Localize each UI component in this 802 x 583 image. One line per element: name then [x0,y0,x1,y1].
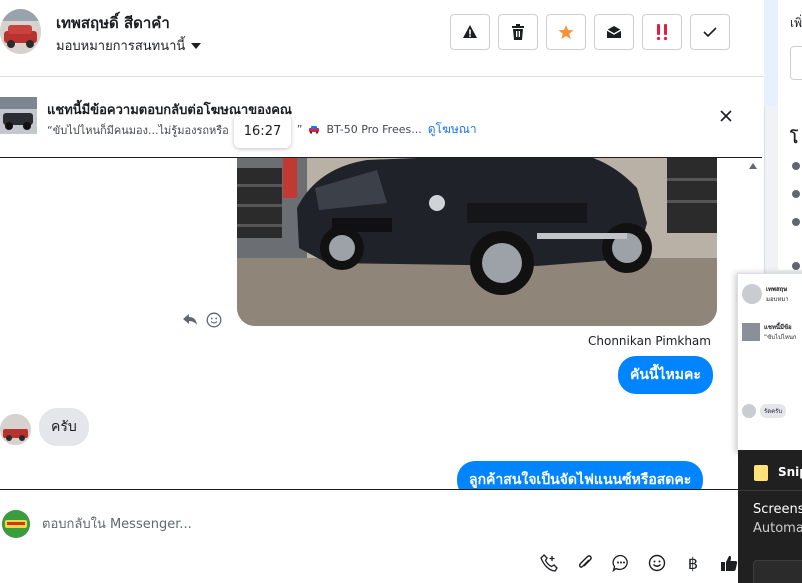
close-banner-button[interactable] [716,106,736,126]
ad-thumbnail[interactable] [0,97,37,134]
view-ad-link[interactable]: ดูโฆษณา [428,120,477,139]
ad-quote-end: ” [296,123,303,136]
payment-button[interactable]: ฿ [680,550,706,576]
assign-conversation-dropdown[interactable]: มอบหมายการสนทนานี้ [56,35,202,56]
ad-quote: “ขับไปไหนก็มีคนมอง...ไม่รู้มองรถหรือ [47,123,229,137]
snipping-tool-icon [754,465,768,481]
message-bubble-outgoing[interactable]: ลูกค้าสนใจเป็นจัดไฟแนนซ์หรือสดคะ [457,461,704,489]
preview-pill: รัดครับ [760,404,787,418]
mark-done-button[interactable] [690,14,730,50]
scroll-up-arrow-icon[interactable] [749,163,757,169]
composer-toolbar: ฿ [536,550,742,576]
side-highlight [764,0,778,106]
preview-row2-sub: “ขับไปไหนก [764,334,797,341]
snip-divider [738,490,802,491]
snip-message-line1: Screensh [753,502,802,517]
contact-name[interactable]: เทพสฤษดิ์ สีดาคำ [56,11,170,35]
timestamp-tooltip: 16:27 [234,114,291,148]
info-icon [792,262,800,270]
side-section-heading: โ [790,129,799,147]
conversation-toolbar [450,14,730,50]
exclamation-icon [656,24,668,41]
snipping-tool-notification[interactable]: Snipp Screensh Automa [738,450,802,583]
check-icon [703,27,717,38]
preview-ad-thumbnail [742,323,760,341]
ad-reply-banner: แชทนี้มีข้อความตอบกลับต่อโฆษณาของคุณ “ขั… [0,77,764,157]
caret-down-icon [191,42,202,49]
message-thread[interactable]: Chonnikan Pimkham คันนี้ไหมคะ ครับ ลูกค้… [0,157,762,490]
contact-avatar[interactable] [0,9,41,54]
emoji-button[interactable] [644,550,670,576]
clock-icon [792,162,800,170]
emoji-icon [648,554,666,572]
report-spam-button[interactable] [450,14,490,50]
snip-action-button[interactable] [753,560,802,583]
star-icon [558,25,574,39]
preview-row1-sub: มอบหมา [766,296,789,303]
reply-input[interactable] [42,512,542,536]
envelope-icon [606,26,622,38]
conversation-header: เทพสฤษดิ์ สีดาคำ มอบหมายการสนทนานี้ [0,0,764,77]
emoji-react-icon[interactable] [206,312,222,328]
inbox-conversation-view: เทพสฤษดิ์ สีดาคำ มอบหมายการสนทนานี้ แชทน… [0,0,802,583]
contact-avatar-small[interactable] [0,414,31,445]
snip-title: Snipp [778,465,802,479]
attachment-icon [578,555,592,568]
briefcase-icon [792,190,800,198]
message-bubble-incoming[interactable]: ครับ [39,408,89,446]
side-panel-input[interactable] [790,46,802,80]
close-icon [720,110,732,122]
location-icon [792,218,800,226]
car-icon [309,126,320,134]
sender-name: Chonnikan Pimkham [588,334,711,348]
side-panel-top-text: เพิ่ [790,16,802,30]
payment-icon: ฿ [687,553,699,573]
shared-car-photo[interactable] [237,158,717,326]
follow-up-button[interactable] [642,14,682,50]
call-icon [540,554,558,572]
preview-small-avatar [742,404,756,418]
mark-unread-button[interactable] [594,14,634,50]
snip-message-line2: Automa [753,521,802,536]
attach-file-button[interactable] [572,550,598,576]
like-icon [721,555,738,571]
floating-preview-window[interactable]: เทพสฤษ มอบหมา แชทนี้มีข้อ “ขับไปไหนก รัด… [737,273,802,453]
reply-composer: ฿ [0,500,762,583]
trash-icon [512,24,524,40]
saved-reply-button[interactable] [608,550,634,576]
ad-product-name: BT-50 Pro Frees... [326,123,422,136]
delete-button[interactable] [498,14,538,50]
saved-reply-icon [612,554,628,572]
preview-row1-title: เทพสฤษ [766,286,788,293]
warning-icon [463,25,477,38]
assign-label: มอบหมายการสนทนานี้ [56,39,186,54]
reply-icon[interactable] [182,312,198,326]
page-avatar [2,510,30,538]
call-button[interactable] [536,550,562,576]
star-button[interactable] [546,14,586,50]
message-actions [182,312,222,328]
message-bubble-outgoing[interactable]: คันนี้ไหมคะ [618,356,713,394]
preview-avatar [742,284,762,304]
preview-row2-title: แชทนี้มีข้อ [764,324,792,331]
